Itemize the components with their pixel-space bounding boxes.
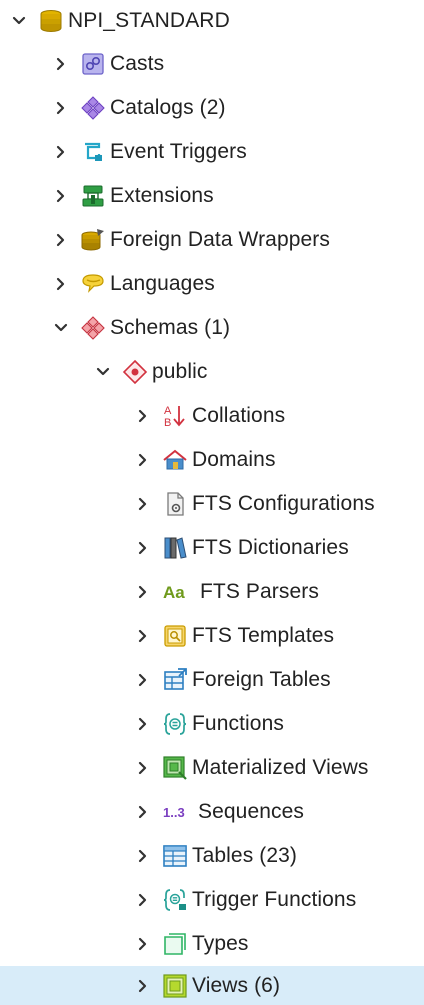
tree-row-label: Collations bbox=[192, 404, 286, 427]
tree-row-catalogs[interactable]: Catalogs (2) bbox=[0, 87, 424, 129]
tree-row-languages[interactable]: Languages bbox=[0, 263, 424, 305]
casts-icon bbox=[80, 51, 106, 77]
tree-row-label: Domains bbox=[192, 448, 276, 471]
tree-row-label: Functions bbox=[192, 712, 284, 735]
chevron-right-icon[interactable] bbox=[134, 407, 152, 425]
chevron-right-icon[interactable] bbox=[134, 759, 152, 777]
chevron-right-icon[interactable] bbox=[52, 99, 70, 117]
schema-public-icon bbox=[122, 359, 148, 385]
tree-row-label: Materialized Views bbox=[192, 756, 369, 779]
tree-row-domains[interactable]: Domains bbox=[0, 439, 424, 481]
chevron-right-icon[interactable] bbox=[134, 935, 152, 953]
types-icon bbox=[162, 931, 188, 957]
tree-row-label: Foreign Data Wrappers bbox=[110, 228, 330, 251]
tree-row-functions[interactable]: Functions bbox=[0, 703, 424, 745]
tree-row-trigger-functions[interactable]: Trigger Functions bbox=[0, 879, 424, 921]
trigger-functions-icon bbox=[162, 887, 188, 913]
tree-row-extensions[interactable]: Extensions bbox=[0, 175, 424, 217]
tree-row-label: FTS Templates bbox=[192, 624, 335, 647]
tree-row-label: Views (6) bbox=[192, 973, 281, 997]
fts-parsers-icon: Aa bbox=[162, 579, 196, 605]
tree-row-label: Types bbox=[192, 932, 249, 955]
tree-row-label: NPI_STANDARD bbox=[68, 9, 230, 32]
tree-row-types[interactable]: Types bbox=[0, 923, 424, 965]
functions-icon bbox=[162, 711, 188, 737]
tree-row-label: Catalogs (2) bbox=[110, 96, 226, 119]
chevron-down-icon[interactable] bbox=[10, 12, 28, 30]
chevron-right-icon[interactable] bbox=[134, 803, 152, 821]
chevron-right-icon[interactable] bbox=[134, 583, 152, 601]
tree-row-label: FTS Dictionaries bbox=[192, 536, 349, 559]
chevron-right-icon[interactable] bbox=[134, 627, 152, 645]
schemas-icon bbox=[80, 315, 106, 341]
object-browser-tree: NPI_STANDARD Casts Catalogs (2) Event Tr… bbox=[0, 0, 424, 1005]
chevron-right-icon[interactable] bbox=[134, 495, 152, 513]
chevron-right-icon[interactable] bbox=[52, 143, 70, 161]
tree-row-label: Event Triggers bbox=[110, 140, 247, 163]
tree-row-label: Foreign Tables bbox=[192, 668, 331, 691]
tree-row-foreign-data-wrappers[interactable]: Foreign Data Wrappers bbox=[0, 219, 424, 261]
collations-icon-letter-b: B bbox=[164, 417, 171, 429]
tree-row-tables[interactable]: Tables (23) bbox=[0, 835, 424, 877]
tree-row-materialized-views[interactable]: Materialized Views bbox=[0, 747, 424, 789]
tree-row-collations[interactable]: A B Collations bbox=[0, 395, 424, 437]
chevron-right-icon[interactable] bbox=[52, 231, 70, 249]
tree-row-label: public bbox=[152, 360, 208, 383]
fts-dictionaries-icon bbox=[162, 535, 188, 561]
tree-row-fts-configurations[interactable]: FTS Configurations bbox=[0, 483, 424, 525]
chevron-right-icon[interactable] bbox=[52, 187, 70, 205]
views-icon bbox=[162, 973, 188, 999]
fts-templates-icon bbox=[162, 623, 188, 649]
tree-row-sequences[interactable]: 1..3 Sequences bbox=[0, 791, 424, 833]
tree-row-label: FTS Parsers bbox=[200, 580, 319, 603]
tree-row-label: Tables (23) bbox=[192, 844, 297, 867]
chevron-right-icon[interactable] bbox=[134, 671, 152, 689]
sequences-icon-text: 1..3 bbox=[163, 805, 185, 820]
database-icon bbox=[38, 8, 64, 34]
collations-icon: A B bbox=[162, 403, 188, 429]
fts-parsers-icon-text: Aa bbox=[163, 583, 185, 602]
tree-row-label: Schemas (1) bbox=[110, 316, 231, 339]
tree-row-label: Casts bbox=[110, 52, 165, 75]
fts-configurations-icon bbox=[162, 491, 188, 517]
tree-row-fts-dictionaries[interactable]: FTS Dictionaries bbox=[0, 527, 424, 569]
chevron-right-icon[interactable] bbox=[52, 55, 70, 73]
tree-row-label: Sequences bbox=[198, 800, 304, 823]
tree-row-fts-templates[interactable]: FTS Templates bbox=[0, 615, 424, 657]
chevron-down-icon[interactable] bbox=[94, 363, 112, 381]
chevron-right-icon[interactable] bbox=[134, 539, 152, 557]
chevron-down-icon[interactable] bbox=[52, 319, 70, 337]
tree-row-foreign-tables[interactable]: Foreign Tables bbox=[0, 659, 424, 701]
tree-row-views[interactable]: Views (6) bbox=[0, 966, 424, 1005]
foreign-data-wrappers-icon bbox=[80, 227, 106, 253]
catalogs-icon bbox=[80, 95, 106, 121]
chevron-right-icon[interactable] bbox=[134, 891, 152, 909]
chevron-right-icon[interactable] bbox=[52, 275, 70, 293]
tree-row-label: FTS Configurations bbox=[192, 492, 375, 515]
chevron-right-icon[interactable] bbox=[134, 847, 152, 865]
tree-row-fts-parsers[interactable]: Aa FTS Parsers bbox=[0, 571, 424, 613]
event-triggers-icon bbox=[80, 139, 106, 165]
tree-row-schemas[interactable]: Schemas (1) bbox=[0, 307, 424, 349]
sequences-icon: 1..3 bbox=[162, 799, 194, 825]
tree-row-event-triggers[interactable]: Event Triggers bbox=[0, 131, 424, 173]
extensions-icon bbox=[80, 183, 106, 209]
tree-row-npi-standard[interactable]: NPI_STANDARD bbox=[0, 0, 424, 42]
chevron-right-icon[interactable] bbox=[134, 715, 152, 733]
domains-icon bbox=[162, 447, 188, 473]
tree-row-casts[interactable]: Casts bbox=[0, 43, 424, 85]
chevron-right-icon[interactable] bbox=[134, 451, 152, 469]
tree-row-label: Languages bbox=[110, 272, 215, 295]
tree-row-label: Trigger Functions bbox=[192, 888, 357, 911]
tree-row-label: Extensions bbox=[110, 184, 214, 207]
tree-row-public[interactable]: public bbox=[0, 351, 424, 393]
collations-icon-letter-a: A bbox=[164, 405, 172, 417]
chevron-right-icon[interactable] bbox=[134, 977, 152, 995]
tables-icon bbox=[162, 843, 188, 869]
materialized-views-icon bbox=[162, 755, 188, 781]
foreign-tables-icon bbox=[162, 667, 188, 693]
languages-icon bbox=[80, 271, 106, 297]
